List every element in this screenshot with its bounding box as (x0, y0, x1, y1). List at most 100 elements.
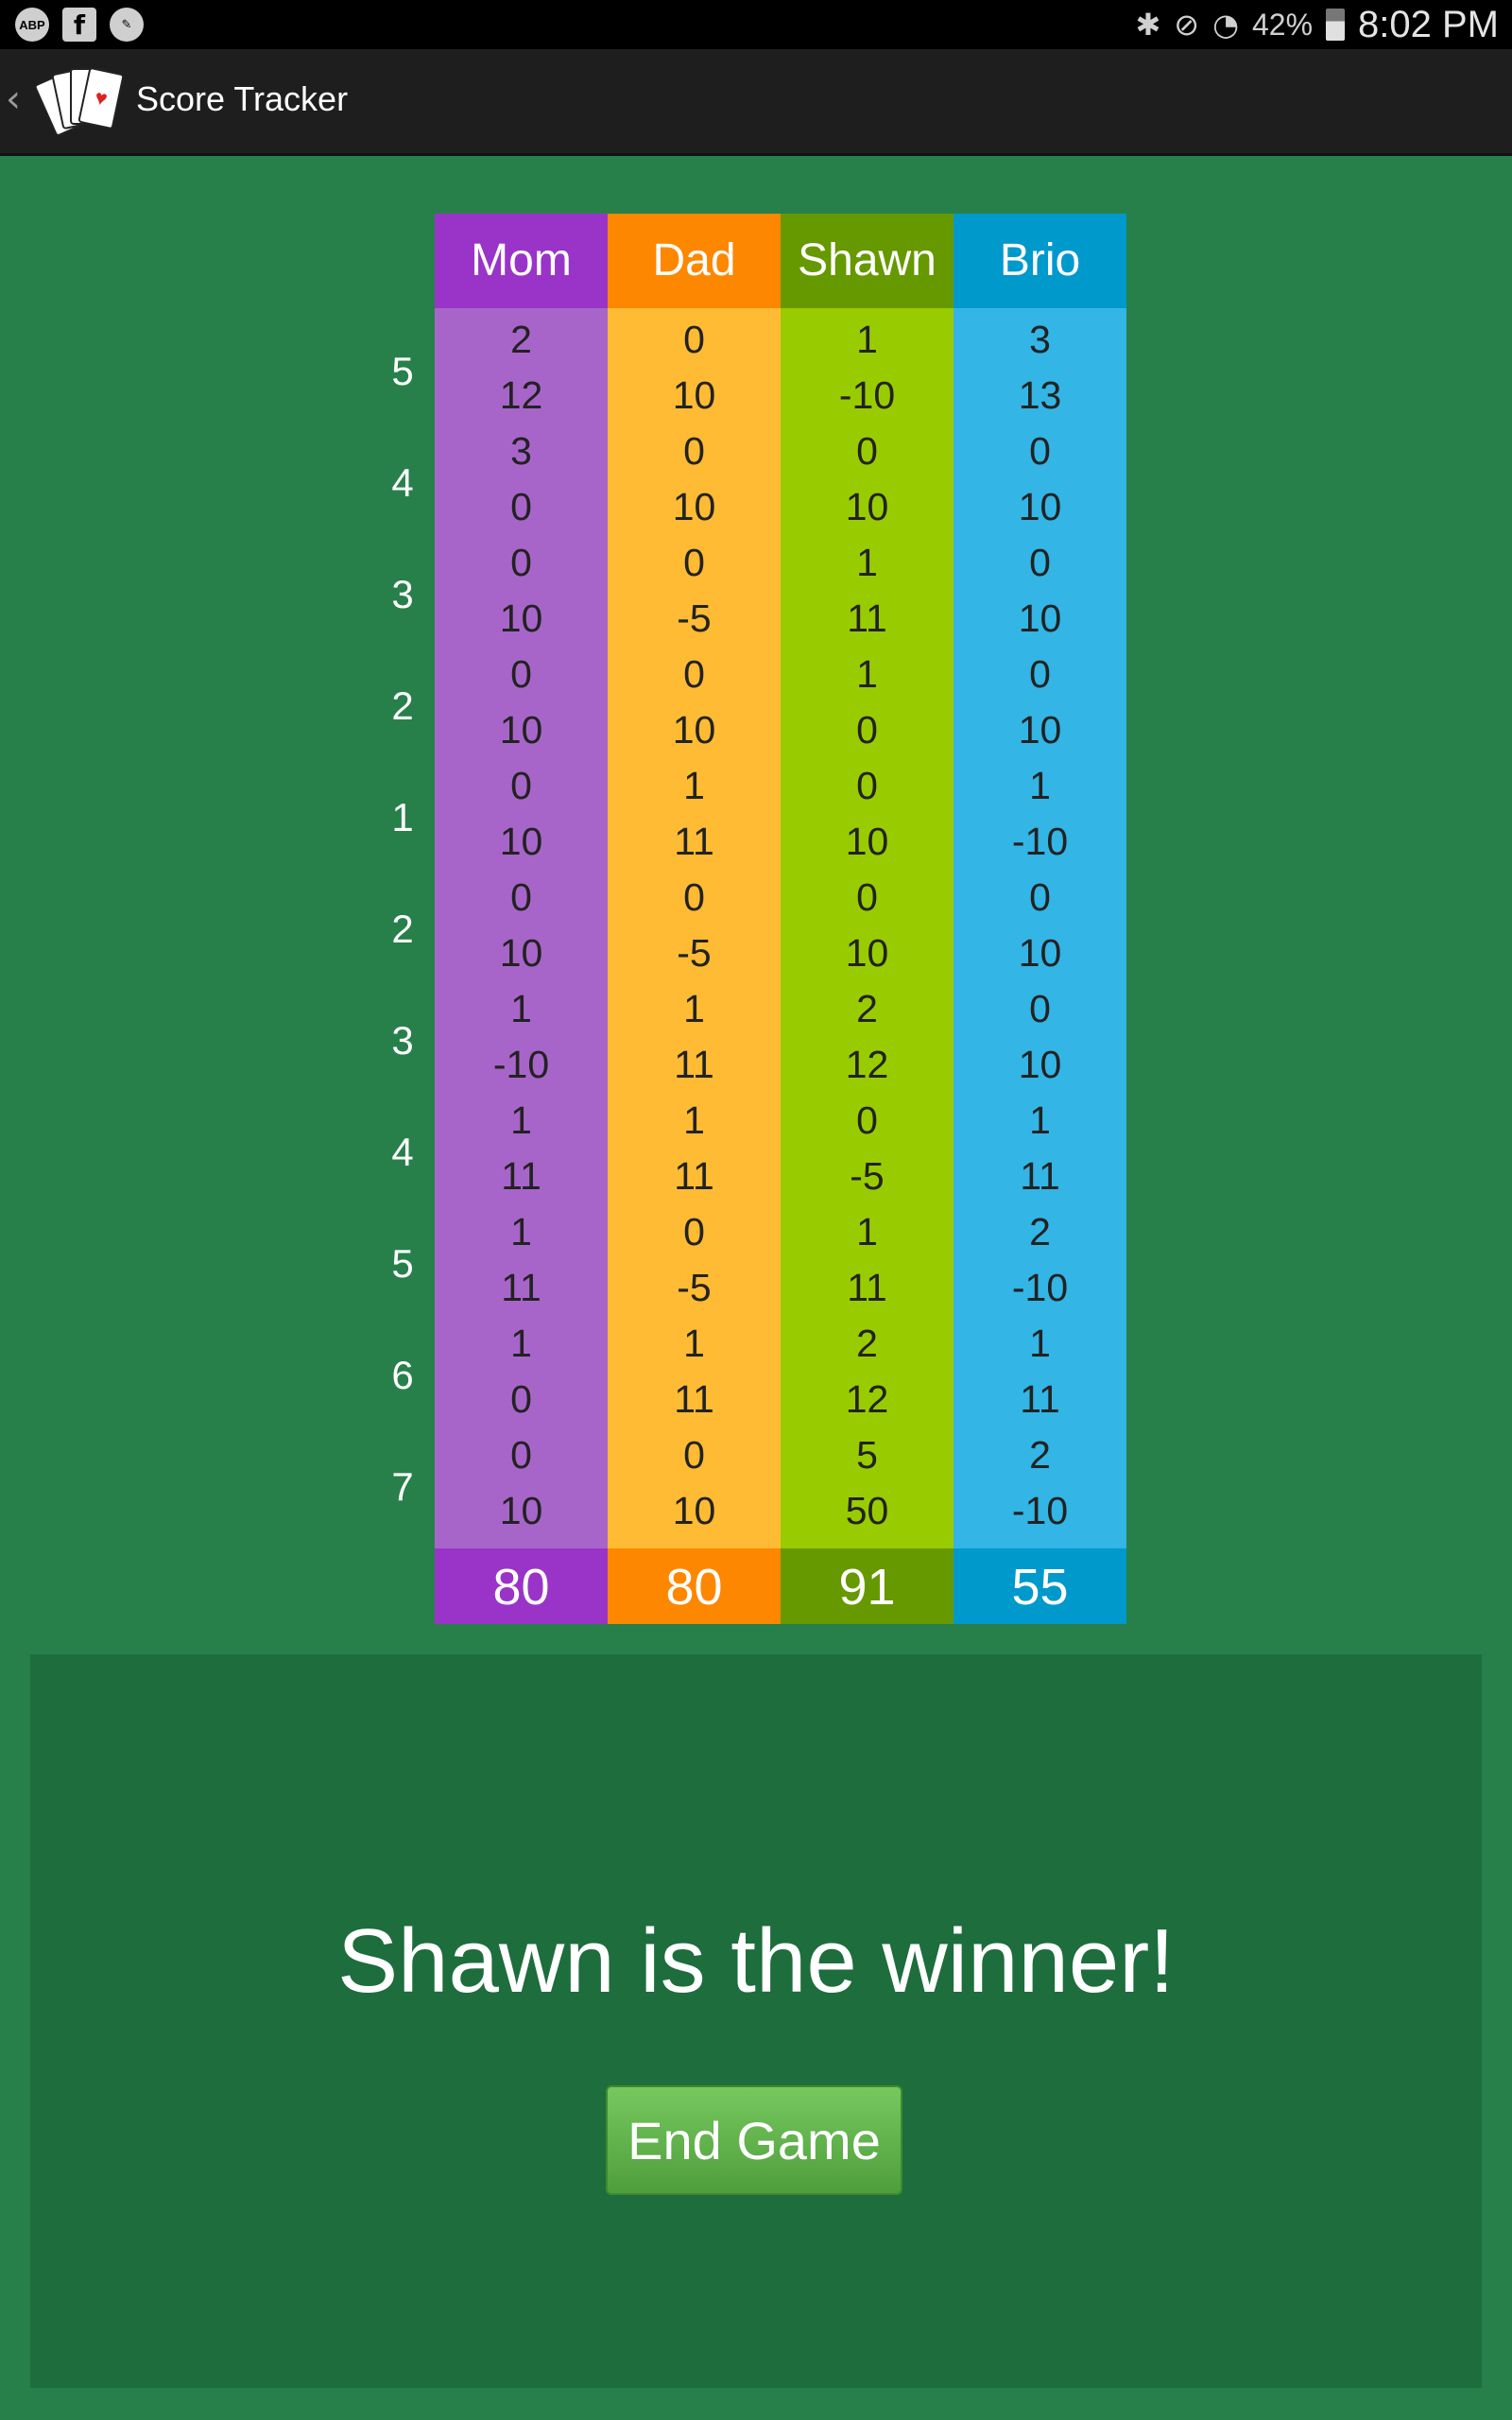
round-label: 2 (370, 866, 435, 977)
score-cell[interactable]: 10 (781, 814, 954, 870)
player-name-header[interactable]: Dad (608, 214, 781, 308)
bid-cell[interactable]: 0 (954, 870, 1126, 925)
score-cell[interactable]: 11 (954, 1372, 1126, 1427)
bid-cell[interactable]: 2 (435, 312, 608, 368)
score-cell[interactable]: 10 (608, 702, 781, 758)
score-cell[interactable]: 11 (608, 1037, 781, 1093)
bid-cell[interactable]: 0 (954, 424, 1126, 479)
bid-cell[interactable]: 0 (781, 870, 954, 925)
player-name-header[interactable]: Brio (954, 214, 1126, 308)
score-cell[interactable]: 10 (954, 1037, 1126, 1093)
bid-cell[interactable]: 1 (781, 1204, 954, 1260)
score-cell[interactable]: 0 (435, 479, 608, 535)
score-cell[interactable]: -5 (608, 1260, 781, 1316)
bid-cell[interactable]: 0 (435, 870, 608, 925)
bid-cell[interactable]: 0 (435, 647, 608, 702)
bid-cell[interactable]: 3 (954, 312, 1126, 368)
bid-cell[interactable]: 0 (608, 1204, 781, 1260)
score-cell[interactable]: 10 (954, 479, 1126, 535)
score-cell[interactable]: 11 (608, 814, 781, 870)
score-cell[interactable]: -10 (954, 1260, 1126, 1316)
bid-cell[interactable]: 1 (608, 758, 781, 814)
bid-cell[interactable]: 0 (954, 647, 1126, 702)
bid-cell[interactable]: 0 (608, 870, 781, 925)
score-cell[interactable]: 10 (435, 702, 608, 758)
score-cell[interactable]: 10 (435, 814, 608, 870)
score-cell[interactable]: -5 (608, 591, 781, 647)
bid-cell[interactable]: 1 (608, 1316, 781, 1372)
score-cell[interactable]: -10 (435, 1037, 608, 1093)
score-cell[interactable]: 10 (954, 702, 1126, 758)
bid-cell[interactable]: 1 (608, 1093, 781, 1149)
score-cell[interactable]: 10 (954, 925, 1126, 981)
player-name-header[interactable]: Mom (435, 214, 608, 308)
bid-cell[interactable]: 0 (435, 1427, 608, 1483)
bid-cell[interactable]: 1 (781, 312, 954, 368)
bid-cell[interactable]: 0 (608, 312, 781, 368)
score-cell[interactable]: 10 (435, 591, 608, 647)
bid-cell[interactable]: 3 (435, 424, 608, 479)
bid-cell[interactable]: 5 (781, 1427, 954, 1483)
bid-cell[interactable]: 0 (435, 535, 608, 591)
score-cell[interactable]: 12 (781, 1037, 954, 1093)
end-game-button[interactable]: End Game (606, 2085, 902, 2195)
score-cell[interactable]: 10 (608, 479, 781, 535)
winner-panel: Shawn is the winner! End Game (30, 1654, 1482, 2388)
bid-cell[interactable]: 1 (435, 981, 608, 1037)
round-label: 4 (370, 420, 435, 531)
score-cell[interactable]: 13 (954, 368, 1126, 424)
score-cell[interactable]: 10 (781, 925, 954, 981)
score-cell[interactable]: 11 (608, 1149, 781, 1204)
bid-cell[interactable]: 1 (781, 535, 954, 591)
round-label: 7 (370, 1424, 435, 1535)
bid-cell[interactable]: 0 (608, 1427, 781, 1483)
score-cell[interactable]: 10 (435, 925, 608, 981)
bid-cell[interactable]: 1 (435, 1204, 608, 1260)
bid-cell[interactable]: 0 (435, 758, 608, 814)
bid-cell[interactable]: 0 (608, 647, 781, 702)
score-cell[interactable]: -5 (781, 1149, 954, 1204)
score-cell[interactable]: 10 (435, 1483, 608, 1539)
score-cell[interactable]: -5 (608, 925, 781, 981)
bid-cell[interactable]: 0 (954, 535, 1126, 591)
player-name-header[interactable]: Shawn (781, 214, 954, 308)
bid-cell[interactable]: 0 (781, 424, 954, 479)
score-cell[interactable]: 11 (435, 1260, 608, 1316)
bid-cell[interactable]: 1 (435, 1093, 608, 1149)
score-cell[interactable]: 11 (608, 1372, 781, 1427)
bid-cell[interactable]: 1 (608, 981, 781, 1037)
score-cell[interactable]: -10 (954, 814, 1126, 870)
score-cell[interactable]: 12 (781, 1372, 954, 1427)
score-cell[interactable]: 11 (435, 1149, 608, 1204)
bid-cell[interactable]: 1 (435, 1316, 608, 1372)
bid-cell[interactable]: 0 (781, 758, 954, 814)
bid-cell[interactable]: 1 (781, 647, 954, 702)
bid-cell[interactable]: 0 (954, 981, 1126, 1037)
score-cell[interactable]: 0 (435, 1372, 608, 1427)
score-cell[interactable]: -10 (781, 368, 954, 424)
bid-cell[interactable]: 0 (608, 535, 781, 591)
score-cell[interactable]: 12 (435, 368, 608, 424)
score-cell[interactable]: -10 (954, 1483, 1126, 1539)
score-cell[interactable]: 10 (608, 368, 781, 424)
score-cell[interactable]: 10 (954, 591, 1126, 647)
bid-cell[interactable]: 1 (954, 1316, 1126, 1372)
score-cell[interactable]: 10 (608, 1483, 781, 1539)
bid-cell[interactable]: 2 (781, 981, 954, 1037)
back-chevron-icon[interactable]: ‹ (6, 78, 21, 121)
score-cell[interactable]: 11 (781, 591, 954, 647)
score-cell[interactable]: 10 (781, 479, 954, 535)
score-cell[interactable]: 50 (781, 1483, 954, 1539)
bid-cell[interactable]: 0 (781, 1093, 954, 1149)
playing-cards-icon[interactable]: ♥ (33, 62, 125, 138)
bid-cell[interactable]: 1 (954, 758, 1126, 814)
bid-cell[interactable]: 2 (954, 1427, 1126, 1483)
bid-cell[interactable]: 2 (781, 1316, 954, 1372)
bid-cell[interactable]: 1 (954, 1093, 1126, 1149)
score-cell[interactable]: 11 (781, 1260, 954, 1316)
bid-cell[interactable]: 2 (954, 1204, 1126, 1260)
bid-cell[interactable]: 0 (608, 424, 781, 479)
score-cell[interactable]: 0 (781, 702, 954, 758)
score-cells: 1 -10 0 10 1 11 1 0 0 10 0 10 2 12 0 -5 1 11 2 12 5 50 (781, 308, 954, 1548)
score-cell[interactable]: 11 (954, 1149, 1126, 1204)
